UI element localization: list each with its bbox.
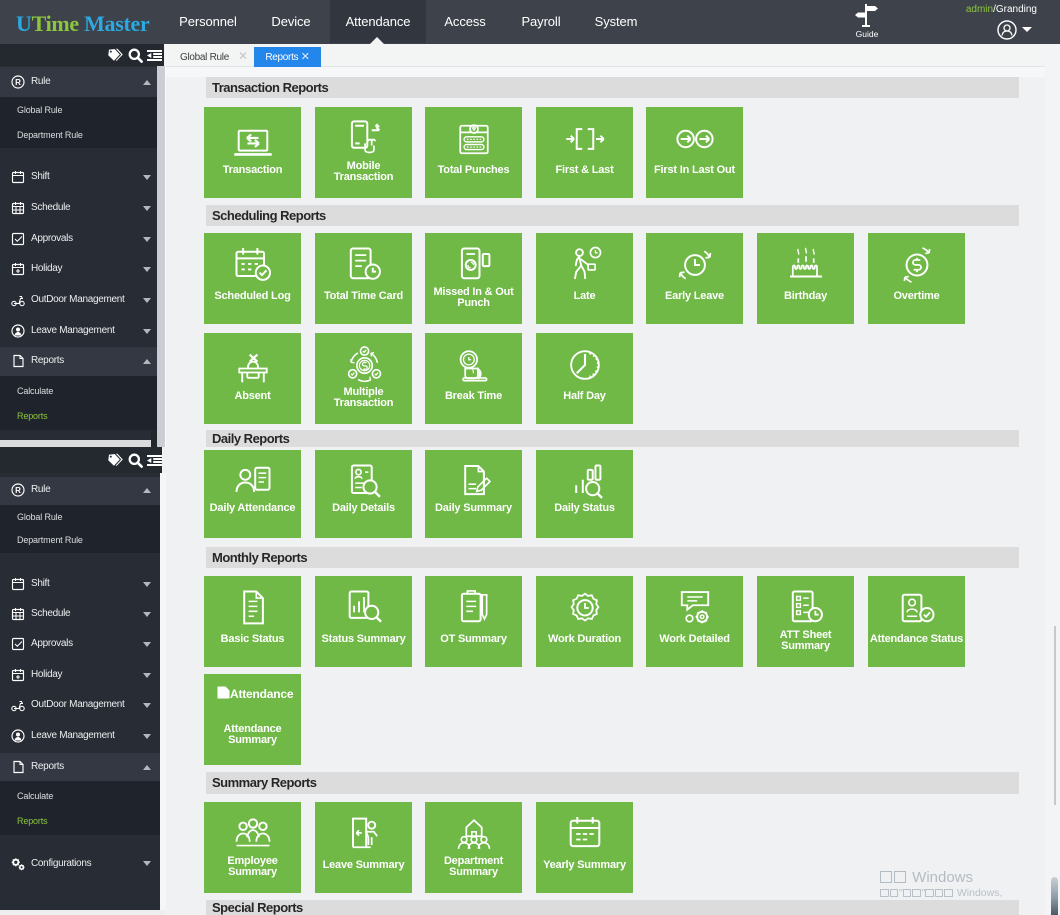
svg-text:R: R [15,486,21,495]
svg-text:R: R [15,78,21,87]
